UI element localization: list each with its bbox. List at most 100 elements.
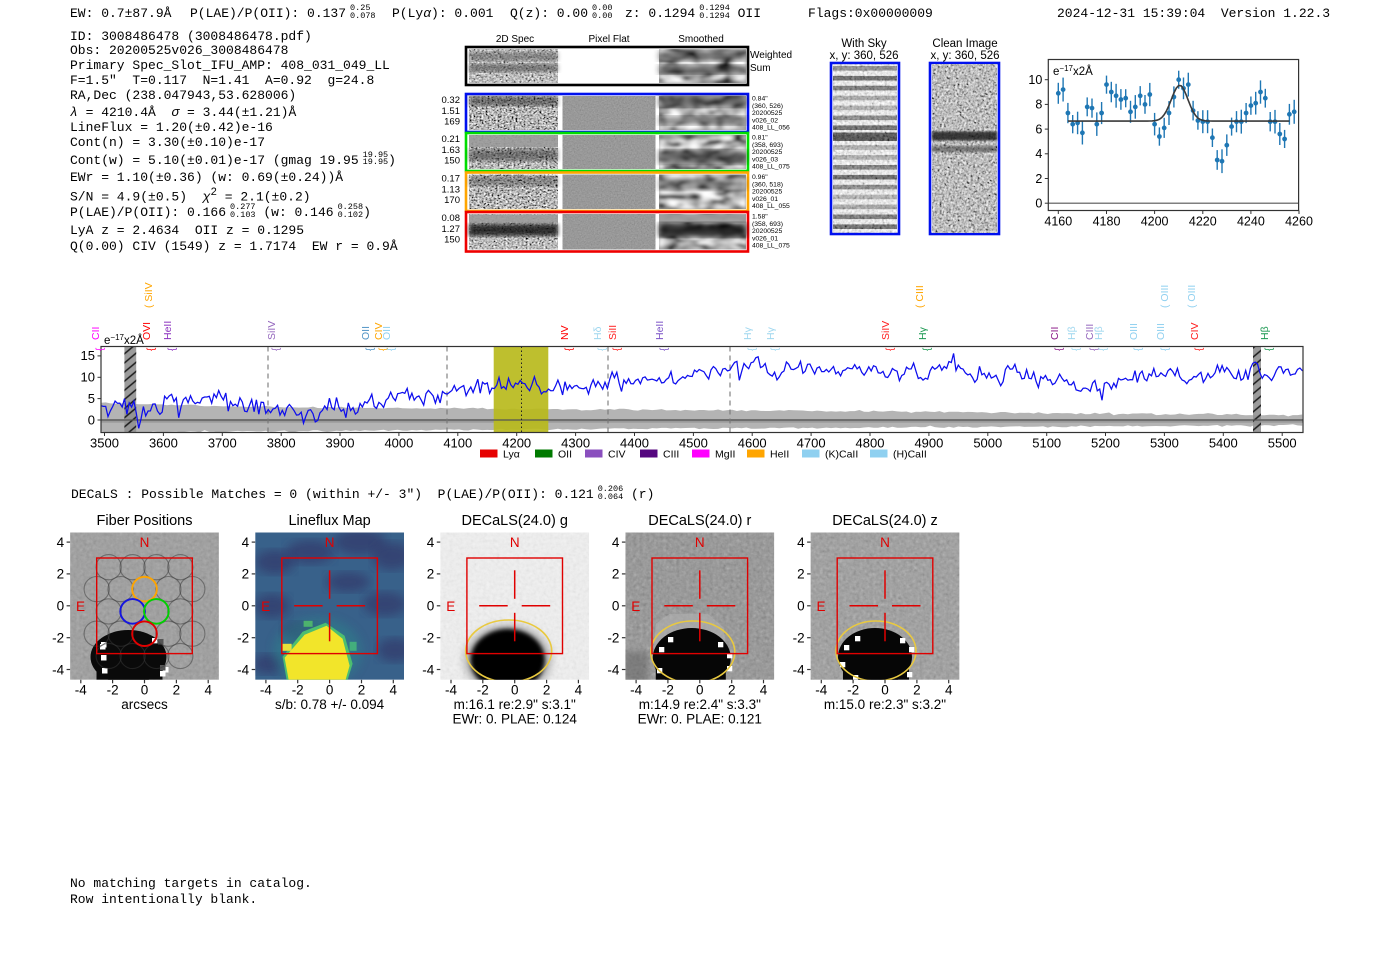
- svg-text:OIII: OIII: [1155, 323, 1167, 340]
- svg-text:-2: -2: [52, 631, 64, 646]
- svg-text:8: 8: [1035, 98, 1042, 112]
- svg-text:150: 150: [444, 156, 460, 167]
- svg-text:( CIII: ( CIII: [914, 285, 926, 308]
- svg-text:With Sky: With Sky: [841, 38, 887, 50]
- svg-text:Pixel Flat: Pixel Flat: [588, 34, 629, 45]
- svg-text:0: 0: [612, 599, 620, 614]
- svg-text:150: 150: [444, 235, 460, 246]
- svg-text:{: {: [922, 347, 933, 351]
- svg-text:m:15.0 re:2.3" s:3.2": m:15.0 re:2.3" s:3.2": [824, 697, 946, 712]
- svg-text:1.51: 1.51: [442, 106, 461, 117]
- svg-text:0: 0: [326, 683, 334, 698]
- svg-text:4700: 4700: [797, 436, 826, 451]
- svg-text:{: {: [1264, 347, 1275, 351]
- svg-text:E: E: [261, 599, 270, 614]
- svg-text:0.08: 0.08: [442, 213, 461, 224]
- svg-text:4: 4: [945, 683, 953, 698]
- svg-text:Lyα: Lyα: [503, 449, 520, 461]
- svg-text:(K)CaII: (K)CaII: [825, 449, 858, 461]
- svg-text:-4: -4: [260, 683, 272, 698]
- svg-text:1.63: 1.63: [442, 145, 461, 156]
- svg-text:{: {: [1133, 347, 1144, 351]
- svg-text:DECaLS(24.0) r: DECaLS(24.0) r: [648, 513, 751, 529]
- svg-text:6: 6: [1035, 122, 1042, 136]
- svg-text:5: 5: [88, 391, 95, 406]
- svg-text:5500: 5500: [1268, 436, 1297, 451]
- svg-text:-4: -4: [815, 683, 827, 698]
- svg-text:OII: OII: [360, 326, 372, 340]
- svg-text:MgII: MgII: [715, 449, 735, 461]
- svg-text:{: {: [1098, 347, 1109, 351]
- svg-text:2D Spec: 2D Spec: [496, 34, 534, 45]
- svg-text:4000: 4000: [384, 436, 413, 451]
- svg-text:-2: -2: [477, 683, 489, 698]
- svg-text:0: 0: [88, 412, 95, 427]
- svg-text:0.17: 0.17: [442, 174, 461, 185]
- svg-text:OII: OII: [558, 449, 572, 461]
- svg-text:CII: CII: [90, 327, 102, 340]
- svg-text:-4: -4: [422, 662, 434, 677]
- svg-text:-2: -2: [793, 631, 805, 646]
- svg-text:408_LL_056: 408_LL_056: [752, 125, 790, 132]
- svg-text:{: {: [271, 347, 282, 351]
- svg-text:0.96": 0.96": [752, 174, 768, 181]
- svg-text:N: N: [695, 535, 705, 550]
- svg-text:E: E: [816, 599, 825, 614]
- svg-text:5400: 5400: [1209, 436, 1238, 451]
- svg-text:N: N: [880, 535, 890, 550]
- svg-text:0.81": 0.81": [752, 135, 768, 142]
- svg-text:(360, 518): (360, 518): [752, 181, 783, 188]
- svg-text:Sum: Sum: [750, 63, 771, 74]
- svg-text:Hδ: Hδ: [592, 326, 604, 340]
- svg-text:5100: 5100: [1032, 436, 1061, 451]
- svg-text:N: N: [325, 535, 335, 550]
- svg-text:20200525: 20200525: [752, 228, 782, 235]
- svg-text:4: 4: [1035, 147, 1042, 161]
- svg-text:{: {: [659, 347, 670, 351]
- svg-text:Smoothed: Smoothed: [678, 34, 724, 45]
- svg-text:-4: -4: [607, 662, 619, 677]
- svg-text:-4: -4: [793, 662, 805, 677]
- svg-text:2: 2: [427, 567, 435, 582]
- svg-text:Hβ: Hβ: [1066, 326, 1078, 340]
- svg-text:2: 2: [797, 567, 805, 582]
- svg-text:x, y: 360, 526: x, y: 360, 526: [930, 50, 999, 62]
- svg-text:E: E: [76, 599, 85, 614]
- svg-text:-2: -2: [107, 683, 119, 698]
- svg-text:{: {: [747, 347, 758, 351]
- svg-text:1.27: 1.27: [442, 224, 461, 235]
- svg-text:Fiber Positions: Fiber Positions: [97, 513, 193, 529]
- svg-text:20200525: 20200525: [752, 149, 782, 156]
- svg-text:{: {: [386, 347, 397, 351]
- svg-text:m:14.9 re:2.4" s:3.3": m:14.9 re:2.4" s:3.3": [639, 697, 761, 712]
- svg-text:0: 0: [242, 599, 250, 614]
- svg-text:2: 2: [612, 567, 620, 582]
- svg-text:-2: -2: [847, 683, 859, 698]
- svg-text:-2: -2: [607, 631, 619, 646]
- svg-text:x, y: 360, 526: x, y: 360, 526: [829, 50, 898, 62]
- svg-text:0: 0: [881, 683, 889, 698]
- svg-text:2: 2: [728, 683, 736, 698]
- svg-text:3700: 3700: [208, 436, 237, 451]
- svg-text:v026_01: v026_01: [752, 196, 778, 203]
- svg-text:s/b: 0.78 +/- 0.094: s/b: 0.78 +/- 0.094: [275, 697, 385, 712]
- svg-text:{: {: [146, 347, 157, 351]
- svg-text:E: E: [631, 599, 640, 614]
- svg-text:( OIII: ( OIII: [1159, 285, 1171, 308]
- svg-text:v026_01: v026_01: [752, 235, 778, 242]
- svg-text:( SiIV: ( SiIV: [143, 282, 155, 308]
- svg-text:0: 0: [427, 599, 435, 614]
- svg-text:(358, 693): (358, 693): [752, 142, 783, 149]
- svg-text:DECaLS(24.0) g: DECaLS(24.0) g: [462, 513, 568, 529]
- svg-text:CIV: CIV: [608, 449, 626, 461]
- svg-text:1.58": 1.58": [752, 214, 768, 221]
- svg-text:{: {: [770, 347, 781, 351]
- svg-text:(H)CaII: (H)CaII: [893, 449, 927, 461]
- svg-text:CIV: CIV: [1189, 322, 1201, 340]
- svg-text:2: 2: [242, 567, 250, 582]
- svg-text:3500: 3500: [90, 436, 119, 451]
- svg-text:Clean Image: Clean Image: [932, 38, 997, 50]
- svg-text:4200: 4200: [1141, 215, 1169, 229]
- svg-text:2: 2: [173, 683, 181, 698]
- svg-text:{: {: [885, 347, 896, 351]
